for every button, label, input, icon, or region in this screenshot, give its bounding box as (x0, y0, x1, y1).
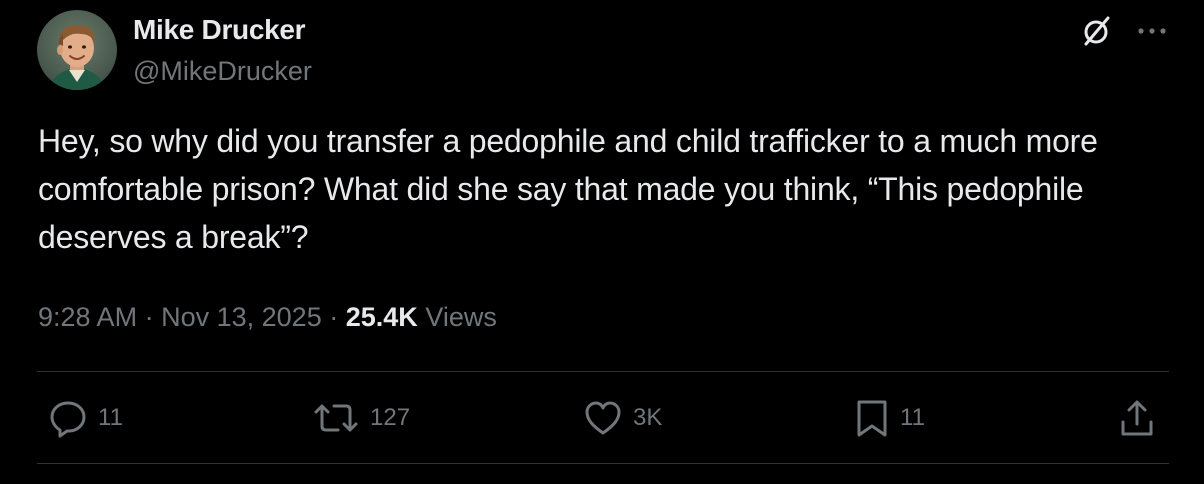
slash-circle-icon[interactable] (1080, 14, 1114, 48)
like-count: 3K (633, 404, 663, 431)
more-dots-icon[interactable] (1136, 25, 1168, 37)
heart-icon (585, 401, 621, 435)
views-count[interactable]: 25.4K (346, 302, 418, 332)
bookmark-count: 11 (900, 404, 925, 431)
tweet-text: Hey, so why did you transfer a pedophile… (38, 123, 1098, 255)
divider (37, 463, 1169, 464)
repost-count: 127 (370, 404, 411, 431)
tweet-time[interactable]: 9:28 AM (38, 302, 137, 332)
author-info: Mike Drucker @MikeDrucker (133, 12, 312, 90)
avatar[interactable] (37, 10, 117, 90)
avatar-image (37, 10, 117, 90)
like-button[interactable]: 3K (583, 395, 662, 441)
repost-button[interactable]: 127 (312, 395, 410, 441)
author-handle[interactable]: @MikeDrucker (133, 52, 312, 90)
top-actions (1080, 14, 1168, 48)
reply-icon (50, 401, 86, 438)
action-bar: 11 127 3K 11 (0, 395, 1204, 441)
meta-separator: · (144, 302, 154, 332)
bookmark-icon (857, 400, 887, 437)
tweet-date[interactable]: Nov 13, 2025 (161, 302, 322, 332)
reply-button[interactable]: 11 (48, 395, 123, 441)
tweet-meta: 9:28 AM · Nov 13, 2025 · 25.4K Views (38, 299, 497, 335)
share-button[interactable] (1118, 395, 1156, 441)
bookmark-button[interactable]: 11 (854, 395, 925, 441)
author-display-name[interactable]: Mike Drucker (133, 12, 312, 48)
views-label: Views (425, 302, 497, 332)
repost-icon (314, 404, 358, 432)
tweet-card: Mike Drucker @MikeDrucker Hey, so why di… (0, 0, 1204, 484)
reply-count: 11 (98, 404, 123, 431)
share-icon (1121, 400, 1153, 436)
divider (37, 371, 1169, 372)
meta-separator: · (329, 302, 339, 332)
